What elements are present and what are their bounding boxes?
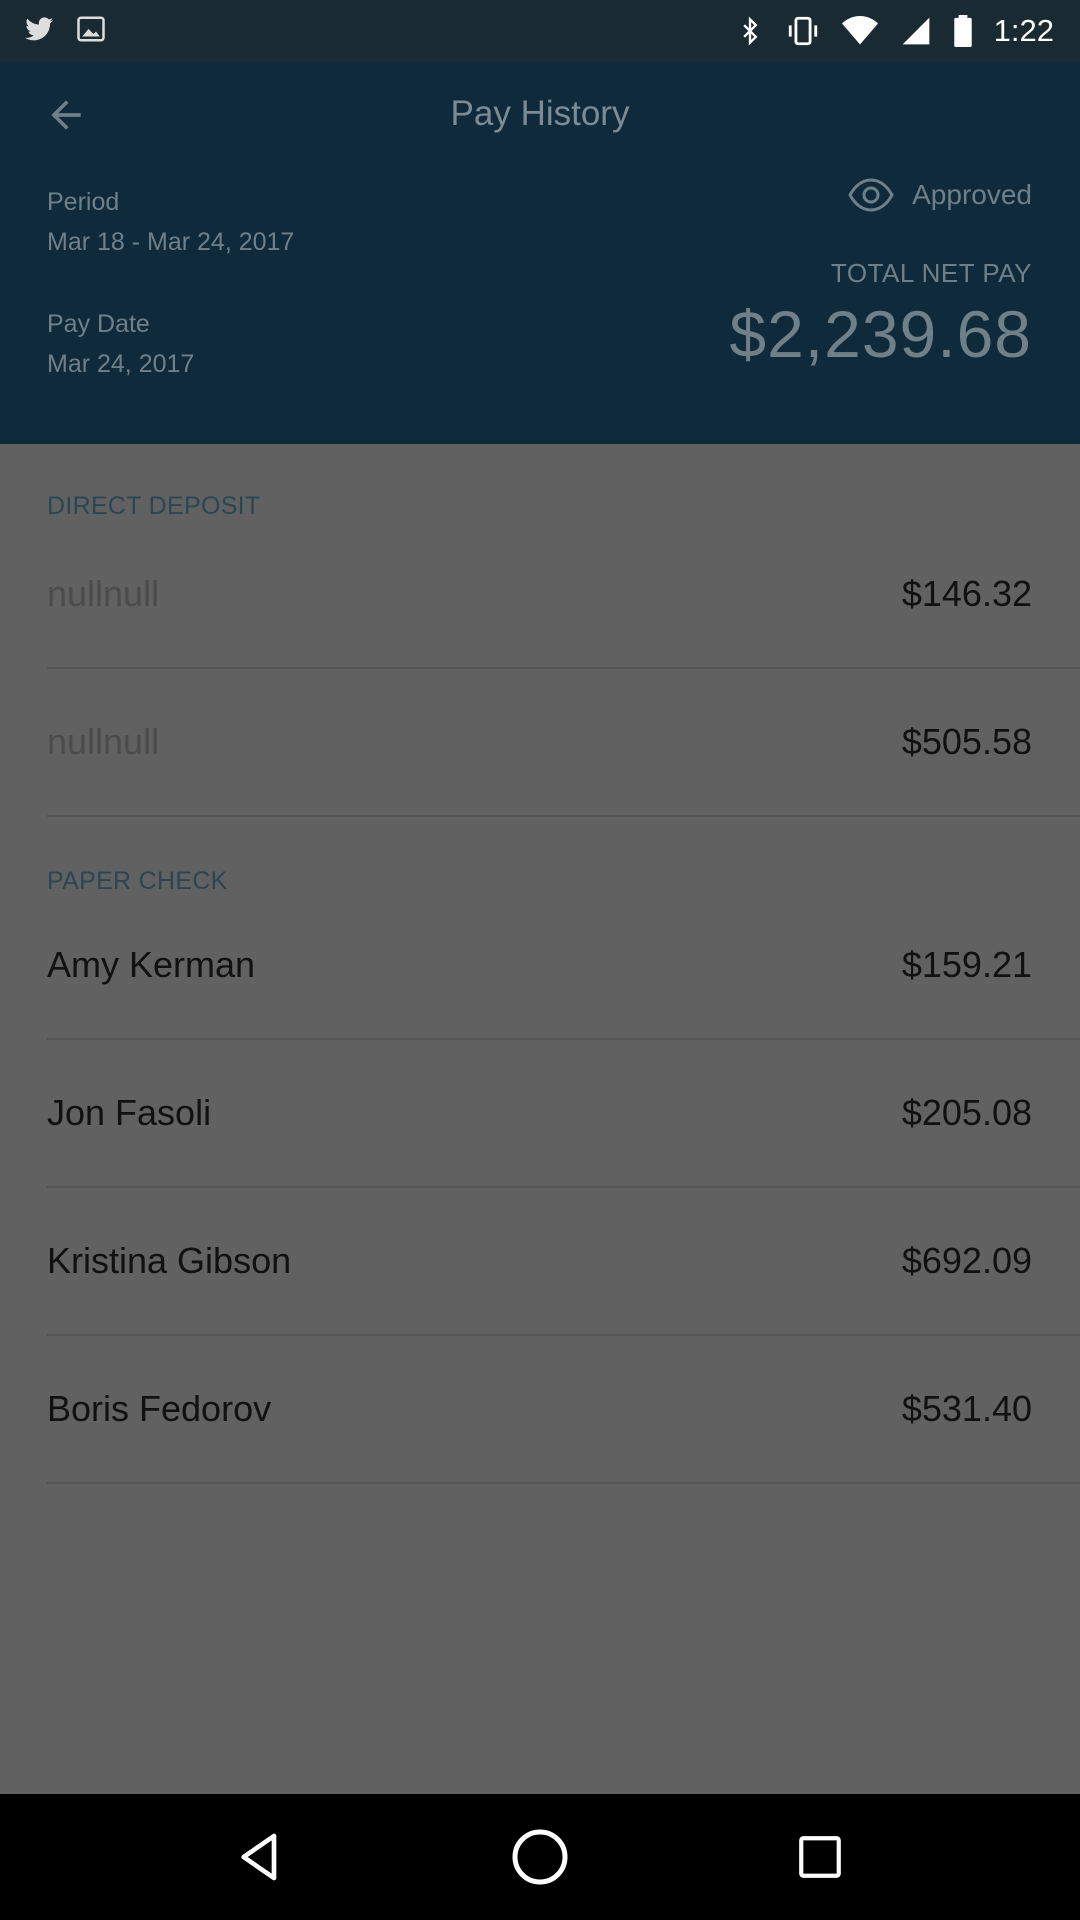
list-item[interactable]: Kristina Gibson $692.09 [47,1188,1080,1336]
list-item-amount: $146.32 [901,573,1032,614]
list-item-amount: $692.09 [901,1240,1032,1281]
notification-icons [22,12,106,46]
nav-recents-button[interactable] [775,1812,865,1902]
direct-deposit-header: DIRECT DEPOSIT [47,492,261,520]
pay-date-label: Pay Date [47,310,150,338]
signal-icon [900,15,932,47]
list-item-amount: $205.08 [901,1092,1032,1133]
image-icon [76,12,106,46]
bluetooth-icon [736,14,764,48]
list-item-name: Boris Fedorov [47,1388,272,1429]
vibrate-icon [786,14,820,48]
home-circle-icon [512,1829,568,1885]
recents-square-icon [799,1836,841,1878]
list-item-amount: $159.21 [901,944,1032,985]
wifi-icon [841,16,878,46]
list-item-name: Amy Kerman [47,944,256,985]
list-item[interactable]: nullnull $505.58 [47,669,1080,817]
nav-back-button[interactable] [215,1812,305,1902]
list-item-name: nullnull [47,573,160,614]
pay-breakdown: DIRECT DEPOSIT nullnull $146.32 nullnull… [0,444,1080,1794]
total-net-pay-label: TOTAL NET PAY [830,258,1032,288]
period-value: Mar 18 - Mar 24, 2017 [47,228,295,256]
eye-icon [848,178,894,212]
battery-icon [953,15,972,47]
list-item-name: Kristina Gibson [47,1240,292,1281]
pay-summary-header: Pay History Period Mar 18 - Mar 24, 2017… [0,62,1080,444]
status-time: 1:22 [993,13,1054,48]
list-item[interactable]: Amy Kerman $159.21 [47,892,1080,1040]
period-label: Period [47,188,120,216]
status-bar: 1:22 [0,0,1080,62]
total-net-pay-amount: $2,239.68 [729,297,1032,371]
list-item-name: Jon Fasoli [47,1092,212,1133]
approval-status-text: Approved [912,179,1032,210]
list-item[interactable]: Jon Fasoli $205.08 [47,1040,1080,1188]
list-item-name: nullnull [47,721,160,762]
back-triangle-icon [241,1833,277,1881]
list-item[interactable]: nullnull $146.32 [47,521,1080,669]
twitter-icon [22,12,56,46]
approval-status: Approved [848,178,1032,212]
page-title: Pay History [450,94,630,133]
system-nav-bar [0,1794,1080,1920]
list-item-amount: $531.40 [901,1388,1032,1429]
list-item-amount: $505.58 [901,721,1032,762]
nav-home-button[interactable] [495,1812,585,1902]
pay-date-value: Mar 24, 2017 [47,350,195,378]
list-item[interactable]: Boris Fedorov $531.40 [47,1336,1080,1484]
